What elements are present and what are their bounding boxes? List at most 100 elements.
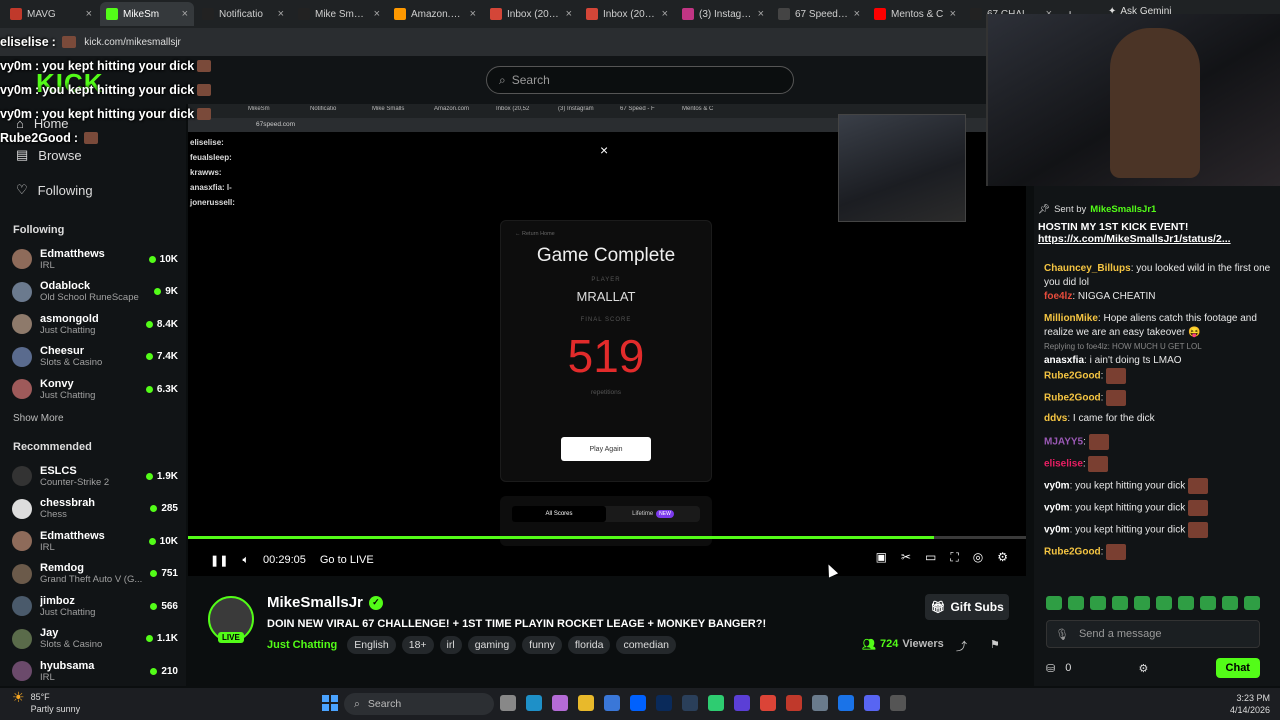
sidebar-channel[interactable]: Edmatthews IRL 10K [12, 525, 178, 557]
app-icon[interactable] [786, 695, 802, 711]
chat-username[interactable]: Chauncey_Billups [1044, 263, 1131, 274]
browser-tab[interactable]: (3) Instagram × [676, 2, 770, 26]
photoshop-icon[interactable] [656, 695, 672, 711]
chat-username[interactable]: Rube2Good [1044, 371, 1101, 382]
follow-icon[interactable]: ⚑ [990, 638, 1000, 651]
browser-tab[interactable]: MAVG × [4, 2, 98, 26]
windows-start-icon[interactable] [322, 695, 338, 711]
chat-username[interactable]: Rube2Good [1044, 393, 1101, 404]
steam-icon[interactable] [682, 695, 698, 711]
tab-close-icon[interactable]: × [86, 8, 92, 20]
tab-close-icon[interactable]: × [950, 8, 956, 20]
stream-tag[interactable]: irl [439, 636, 462, 654]
browser-tab[interactable]: Inbox (20,52 × [580, 2, 674, 26]
emote-icon[interactable] [1068, 596, 1084, 610]
tab-close-icon[interactable]: × [662, 8, 668, 20]
sidebar-channel[interactable]: Konvy Just Chatting 6.3K [12, 373, 178, 405]
emote-icon[interactable] [1200, 596, 1216, 610]
search-input[interactable]: ⌕ Search [486, 66, 794, 94]
emote-icon[interactable] [1112, 596, 1128, 610]
file-icon[interactable] [500, 695, 516, 711]
send-chat-button[interactable]: Chat [1215, 658, 1260, 678]
dropbox-icon[interactable] [630, 695, 646, 711]
stream-tag[interactable]: 18+ [401, 636, 434, 654]
chat-username[interactable]: Rube2Good [1044, 547, 1101, 558]
go-to-live-button[interactable]: Go to LIVE [320, 554, 374, 566]
pinned-link[interactable]: https://x.com/MikeSmallsJr1/status/2... [1038, 233, 1272, 245]
chat-username[interactable]: vy0m [1044, 481, 1070, 492]
browser-tab[interactable]: Notificatio × [196, 2, 290, 26]
chat-input[interactable]: 🎙︎ Send a message [1046, 620, 1260, 648]
chat-username[interactable]: foe4lz [1044, 291, 1072, 302]
stream-tag[interactable]: comedian [616, 636, 676, 654]
edge-icon[interactable] [526, 695, 542, 711]
chat-username[interactable]: vy0m [1044, 503, 1070, 514]
chat-username[interactable]: vy0m [1044, 525, 1070, 536]
app-icon[interactable] [838, 695, 854, 711]
volume-icon[interactable]: 🔈︎ [242, 554, 249, 567]
sidebar-channel[interactable]: asmongold Just Chatting 8.4K [12, 308, 178, 340]
emote-icon[interactable] [1178, 596, 1194, 610]
folder-icon[interactable] [578, 695, 594, 711]
stream-tag[interactable]: florida [567, 636, 611, 654]
pinned-sender[interactable]: MikeSmallsJr1 [1090, 204, 1156, 215]
taskbar-search[interactable]: ⌕ Search [344, 693, 494, 715]
tab-close-icon[interactable]: × [854, 8, 860, 20]
chat-username[interactable]: anasxfia [1044, 355, 1084, 366]
browser-tab[interactable]: Inbox (20,52 × [484, 2, 578, 26]
chat-username[interactable]: ddvs [1044, 413, 1067, 424]
miniplayer-icon[interactable]: ▣ [876, 550, 887, 565]
browser-tab[interactable]: Amazon.com × [388, 2, 482, 26]
video-player[interactable]: MikeSm Notificatio Mike Smalls Amazon.co… [188, 104, 1026, 576]
emote-icon[interactable] [1046, 596, 1062, 610]
stream-tag[interactable]: funny [522, 636, 562, 654]
browser-tab[interactable]: MikeSm × [100, 2, 194, 26]
chat-username[interactable]: MJAYY5 [1044, 437, 1083, 448]
browser-tab[interactable]: Mentos & C × [868, 2, 962, 26]
sidebar-channel[interactable]: Jay Slots & Casino 1.1K [12, 623, 178, 655]
stream-tag[interactable]: English [347, 636, 396, 654]
share-icon[interactable]: ⤴ [956, 638, 967, 654]
tab-close-icon[interactable]: × [374, 8, 380, 20]
sidebar-nav-following[interactable]: ♡ Following [16, 182, 93, 198]
chat-username[interactable]: MillionMike [1044, 313, 1098, 324]
emote-icon[interactable] [1090, 596, 1106, 610]
gift-subs-button[interactable]: 🎁︎ Gift Subs [925, 594, 1009, 620]
points-icon[interactable]: ⛁ [1046, 662, 1055, 675]
theater-mode-icon[interactable]: ▭ [925, 550, 936, 565]
clip-icon[interactable]: ✂ [901, 550, 911, 565]
app-icon[interactable] [890, 695, 906, 711]
emote-icon[interactable] [1244, 596, 1260, 610]
browser-tab[interactable]: 67 Speed - F × [772, 2, 866, 26]
app-icon[interactable] [708, 695, 724, 711]
sidebar-channel[interactable]: hyubsama IRL 210 [12, 655, 178, 687]
emote-icon[interactable] [1222, 596, 1238, 610]
tab-close-icon[interactable]: × [278, 8, 284, 20]
sidebar-channel[interactable]: Edmatthews IRL 10K [12, 243, 178, 275]
sidebar-channel[interactable]: Cheesur Slots & Casino 7.4K [12, 341, 178, 373]
sidebar-channel[interactable]: ESLCS Counter-Strike 2 1.9K [12, 460, 178, 492]
app-icon[interactable] [812, 695, 828, 711]
show-more-link[interactable]: Show More [13, 413, 64, 424]
sidebar-channel[interactable]: Odablock Old School RuneScape 9K [12, 276, 178, 308]
copilot-icon[interactable] [552, 695, 568, 711]
taskbar-clock[interactable]: 3:23 PM 4/14/2026 [1230, 692, 1270, 716]
emote-icon[interactable] [1156, 596, 1172, 610]
discord-icon[interactable] [864, 695, 880, 711]
browser-tab[interactable]: Mike Smalls × [292, 2, 386, 26]
channel-name[interactable]: MikeSmallsJr [267, 594, 363, 611]
stream-tag[interactable]: gaming [467, 636, 517, 654]
tab-close-icon[interactable]: × [566, 8, 572, 20]
tab-close-icon[interactable]: × [758, 8, 764, 20]
sidebar-channel[interactable]: chessbrah Chess 285 [12, 493, 178, 525]
sidebar-channel[interactable]: jimboz Just Chatting 566 [12, 590, 178, 622]
store-icon[interactable] [604, 695, 620, 711]
tab-close-icon[interactable]: × [470, 8, 476, 20]
chat-username[interactable]: eliselise [1044, 459, 1083, 470]
category-link[interactable]: Just Chatting [267, 639, 337, 651]
quality-icon[interactable]: ◎ [973, 550, 983, 565]
chrome-icon[interactable] [760, 695, 776, 711]
sidebar-channel[interactable]: Remdog Grand Theft Auto V (G... 751 [12, 558, 178, 590]
emote-icon[interactable] [1134, 596, 1150, 610]
pause-icon[interactable]: ❚❚ [210, 554, 228, 567]
